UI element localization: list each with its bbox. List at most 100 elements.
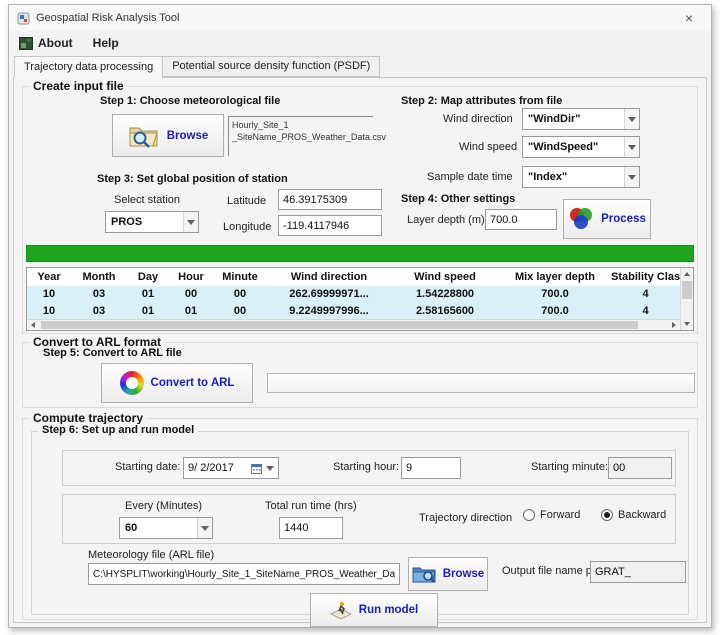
starting-hour-field[interactable] — [401, 457, 461, 479]
compute-trajectory-group-label: Compute trajectory — [29, 411, 147, 425]
step3-heading: Step 3: Set global position of station — [97, 173, 288, 185]
met-arl-file-label: Meteorology file (ARL file) — [88, 549, 214, 561]
backward-radio-icon[interactable] — [601, 509, 613, 521]
rgb-circles-icon — [568, 207, 594, 231]
forward-radio[interactable]: Forward — [523, 509, 580, 521]
every-minutes-combo[interactable]: 60 — [119, 517, 213, 539]
scroll-up-icon[interactable] — [681, 268, 694, 280]
backward-radio[interactable]: Backward — [601, 509, 666, 521]
scroll-right-icon[interactable] — [668, 320, 680, 331]
wind-speed-combo-arrow-icon[interactable] — [624, 137, 639, 157]
hscroll-track[interactable] — [39, 320, 668, 330]
wind-direction-combo-arrow-icon[interactable] — [624, 109, 639, 129]
tab-strip: Trajectory data processing Potential sou… — [9, 55, 711, 77]
menu-help[interactable]: Help — [93, 36, 119, 50]
browse-met-csv-label: Browse — [167, 130, 209, 142]
scroll-down-icon[interactable] — [681, 318, 694, 330]
layer-depth-field[interactable] — [485, 209, 557, 230]
browse-arl-label: Browse — [443, 568, 485, 580]
starting-minute-label: Starting minute: — [531, 461, 608, 473]
title-bar: Geospatial Risk Analysis Tool × — [9, 5, 711, 31]
station-combo-value: PROS — [111, 216, 183, 228]
cell: 03 — [71, 305, 127, 317]
menu-about-label: About — [38, 36, 73, 50]
cell: 01 — [127, 305, 169, 317]
col-stability-class: Stability Class — [611, 271, 680, 283]
starting-minute-field[interactable] — [608, 457, 672, 479]
col-minute: Minute — [213, 271, 267, 283]
date-dropdown-icon[interactable] — [266, 466, 274, 471]
blue-folder-search-icon — [412, 564, 436, 584]
col-wind-speed: Wind speed — [391, 271, 499, 283]
process-button[interactable]: Process — [563, 199, 651, 239]
tab-psdf[interactable]: Potential source density function (PSDF) — [162, 56, 380, 77]
every-minutes-value: 60 — [125, 522, 197, 534]
wind-speed-label: Wind speed — [459, 141, 517, 153]
table-vertical-scrollbar[interactable] — [680, 268, 693, 330]
table-horizontal-scrollbar[interactable] — [27, 319, 680, 330]
table-row[interactable]: 10 03 01 00 00 262.69999971... 1.5422880… — [27, 286, 680, 303]
app-window: Geospatial Risk Analysis Tool × About He… — [8, 4, 712, 628]
cell: 01 — [169, 305, 213, 317]
latitude-field[interactable] — [278, 189, 382, 210]
total-run-time-field[interactable] — [279, 517, 343, 539]
weather-data-table: Year Month Day Hour Minute Wind directio… — [26, 267, 694, 331]
wind-direction-combo[interactable]: "WindDir" — [522, 108, 640, 130]
cell: 2.58165600 — [391, 305, 499, 317]
sample-datetime-combo-value: "Index" — [528, 171, 624, 183]
cell: 4 — [611, 305, 680, 317]
color-wheel-icon — [120, 371, 144, 395]
cell: 1.54228800 — [391, 288, 499, 300]
cell: 10 — [27, 305, 71, 317]
longitude-field[interactable] — [278, 215, 382, 236]
close-button[interactable]: × — [675, 10, 703, 26]
run-model-icon — [330, 600, 352, 620]
wind-speed-combo[interactable]: "WindSpeed" — [522, 136, 640, 158]
cell: 00 — [213, 288, 267, 300]
cell: 262.69999971... — [267, 288, 391, 300]
col-day: Day — [127, 271, 169, 283]
vscroll-thumb[interactable] — [682, 281, 692, 299]
convert-to-arl-button[interactable]: Convert to ARL — [101, 363, 253, 403]
step1-heading: Step 1: Choose meteorological file — [100, 95, 280, 107]
starting-date-value: 9/ 2/2017 — [188, 462, 247, 474]
vscroll-track[interactable] — [681, 280, 693, 318]
forward-radio-icon[interactable] — [523, 509, 535, 521]
select-station-label: Select station — [114, 194, 180, 206]
longitude-label: Longitude — [223, 221, 271, 233]
cell: 700.0 — [499, 288, 611, 300]
menu-about[interactable]: About — [19, 36, 73, 50]
convert-to-arl-label: Convert to ARL — [151, 377, 235, 389]
backward-radio-label: Backward — [618, 509, 666, 521]
tab-trajectory-data-processing[interactable]: Trajectory data processing — [14, 56, 163, 78]
weather-table-main: Year Month Day Hour Minute Wind directio… — [27, 268, 680, 330]
table-row[interactable]: 10 03 01 01 00 9.2249997996... 2.5816560… — [27, 302, 680, 319]
station-combo-arrow-icon[interactable] — [183, 212, 198, 232]
cell: 10 — [27, 288, 71, 300]
met-arl-file-field[interactable] — [88, 563, 400, 585]
calendar-icon — [251, 463, 262, 474]
cell: 01 — [127, 288, 169, 300]
create-input-group-label: Create input file — [29, 79, 128, 93]
station-combo[interactable]: PROS — [105, 211, 199, 233]
forward-radio-label: Forward — [540, 509, 580, 521]
folder-search-icon — [128, 123, 160, 149]
sample-datetime-combo[interactable]: "Index" — [522, 166, 640, 188]
create-input-group: Create input file Step 1: Choose meteoro… — [22, 86, 698, 334]
scroll-left-icon[interactable] — [27, 320, 39, 331]
hscroll-thumb[interactable] — [41, 321, 638, 329]
starting-date-picker[interactable]: 9/ 2/2017 — [183, 457, 279, 479]
step2-heading: Step 2: Map attributes from file — [401, 95, 562, 107]
browse-met-csv-button[interactable]: Browse — [112, 114, 224, 157]
met-csv-file-line1: Hourly_Site_1 — [232, 119, 370, 131]
run-model-button[interactable]: Run model — [310, 593, 438, 627]
every-minutes-arrow-icon[interactable] — [197, 518, 212, 538]
sample-datetime-combo-arrow-icon[interactable] — [624, 167, 639, 187]
cell: 00 — [169, 288, 213, 300]
process-button-label: Process — [601, 213, 646, 225]
total-run-time-label: Total run time (hrs) — [265, 500, 357, 512]
met-csv-file-line2: _SiteName_PROS_Weather_Data.csv — [232, 131, 370, 143]
output-prefix-field[interactable] — [590, 561, 686, 583]
browse-arl-button[interactable]: Browse — [408, 557, 488, 591]
compute-trajectory-group: Compute trajectory Step 6: Set up and ru… — [22, 418, 698, 620]
